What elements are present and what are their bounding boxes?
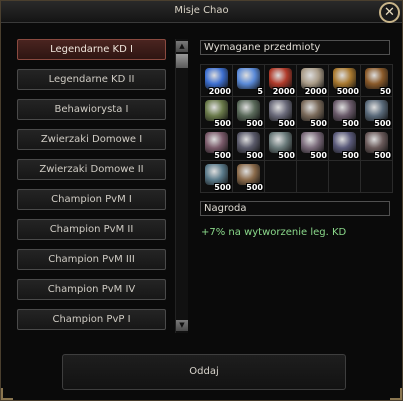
quest-item[interactable]: Legendarne KD II <box>17 69 166 90</box>
quest-item[interactable]: Zwierzaki Domowe II <box>17 159 166 180</box>
fish-icon <box>333 132 356 153</box>
frame-corner <box>1 388 13 400</box>
close-icon: ✕ <box>384 5 395 20</box>
item-quantity: 500 <box>246 151 263 160</box>
fish-icon <box>205 132 228 153</box>
item-slot[interactable]: 500 <box>233 161 264 192</box>
item-slot[interactable] <box>361 161 392 192</box>
item-slot[interactable]: 2000 <box>297 65 328 96</box>
item-slot[interactable]: 2000 <box>201 65 232 96</box>
item-slot[interactable]: 2000 <box>265 65 296 96</box>
fish-icon <box>205 100 228 121</box>
title-bar[interactable]: Misje Chao ✕ <box>1 1 402 23</box>
fish-icon <box>365 100 388 121</box>
quest-list-scrollbar[interactable]: ▲ ▼ <box>175 39 188 333</box>
item-quantity: 500 <box>310 119 327 128</box>
item-quantity: 500 <box>374 119 391 128</box>
fish-icon <box>301 132 324 153</box>
fish-icon <box>237 100 260 121</box>
item-slot[interactable]: 500 <box>361 129 392 160</box>
item-slot[interactable]: 500 <box>233 97 264 128</box>
item-quantity: 500 <box>214 119 231 128</box>
item-slot[interactable]: 50 <box>361 65 392 96</box>
item-slot[interactable]: 500 <box>297 129 328 160</box>
item-quantity: 500 <box>342 119 359 128</box>
bone-icon <box>301 68 324 89</box>
reward-header: Nagroda <box>200 201 390 216</box>
scroll-down-button[interactable]: ▼ <box>176 320 188 331</box>
fish-icon <box>205 164 228 185</box>
quest-item[interactable]: Champion PvM I <box>17 189 166 210</box>
fish-icon <box>237 164 260 185</box>
scroll-thumb[interactable] <box>176 54 188 68</box>
item-slot[interactable]: 500 <box>233 129 264 160</box>
item-slot[interactable]: 500 <box>361 97 392 128</box>
item-slot[interactable]: 500 <box>297 97 328 128</box>
quest-item[interactable]: Champion PvM IV <box>17 279 166 300</box>
fish-icon <box>301 100 324 121</box>
red-scroll-icon <box>269 68 292 89</box>
fish-icon <box>269 100 292 121</box>
quest-item[interactable]: Behawiorysta I <box>17 99 166 120</box>
quest-item[interactable]: Champion PvM II <box>17 219 166 240</box>
close-button[interactable]: ✕ <box>379 2 400 23</box>
item-quantity: 500 <box>214 183 231 192</box>
arrow-down-icon: ▼ <box>179 321 185 329</box>
blue-gem-cluster-icon <box>205 68 228 89</box>
item-quantity: 500 <box>278 119 295 128</box>
item-slot[interactable] <box>265 161 296 192</box>
item-quantity: 500 <box>246 183 263 192</box>
submit-button[interactable]: Oddaj <box>62 354 346 390</box>
blue-crystal-icon <box>237 68 260 89</box>
item-slot[interactable]: 5000 <box>329 65 360 96</box>
item-quantity: 500 <box>278 151 295 160</box>
item-quantity: 2000 <box>208 87 231 96</box>
item-quantity: 500 <box>310 151 327 160</box>
brown-shell-icon <box>365 68 388 89</box>
quest-item[interactable]: Champion PvM III <box>17 249 166 270</box>
required-items-grid: 2000 5 2000 2000 5000 50 500 500 500 500 500 500 500… <box>200 64 393 193</box>
fish-icon <box>237 132 260 153</box>
required-items-header: Wymagane przedmioty <box>200 40 390 55</box>
fish-icon <box>365 132 388 153</box>
item-quantity: 500 <box>374 151 391 160</box>
item-slot[interactable]: 500 <box>329 129 360 160</box>
scroll-up-button[interactable]: ▲ <box>176 41 188 52</box>
item-slot[interactable]: 500 <box>265 129 296 160</box>
item-quantity: 5000 <box>336 87 359 96</box>
item-slot[interactable]: 500 <box>329 97 360 128</box>
bronze-amulet-icon <box>333 68 356 89</box>
item-quantity: 500 <box>214 151 231 160</box>
item-quantity: 2000 <box>304 87 327 96</box>
item-quantity: 5 <box>257 87 263 96</box>
arrow-up-icon: ▲ <box>179 42 185 50</box>
item-quantity: 500 <box>342 151 359 160</box>
quest-item[interactable]: Zwierzaki Domowe I <box>17 129 166 150</box>
item-slot[interactable]: 5 <box>233 65 264 96</box>
item-quantity: 2000 <box>272 87 295 96</box>
item-quantity: 50 <box>379 87 391 96</box>
item-slot[interactable]: 500 <box>201 161 232 192</box>
frame-corner <box>390 388 402 400</box>
fish-icon <box>333 100 356 121</box>
fish-icon <box>269 132 292 153</box>
window-title: Misje Chao <box>174 5 229 16</box>
quest-window: Misje Chao ✕ Legendarne KD I Legendarne K… <box>0 0 403 401</box>
item-slot[interactable]: 500 <box>201 97 232 128</box>
item-slot[interactable]: 500 <box>265 97 296 128</box>
quest-item[interactable]: Champion PvP I <box>17 309 166 330</box>
item-quantity: 500 <box>246 119 263 128</box>
item-slot[interactable]: 500 <box>201 129 232 160</box>
item-slot[interactable] <box>329 161 360 192</box>
item-slot[interactable] <box>297 161 328 192</box>
reward-text: +7% na wytworzenie leg. KD <box>201 227 347 238</box>
quest-item[interactable]: Legendarne KD I <box>17 39 166 60</box>
